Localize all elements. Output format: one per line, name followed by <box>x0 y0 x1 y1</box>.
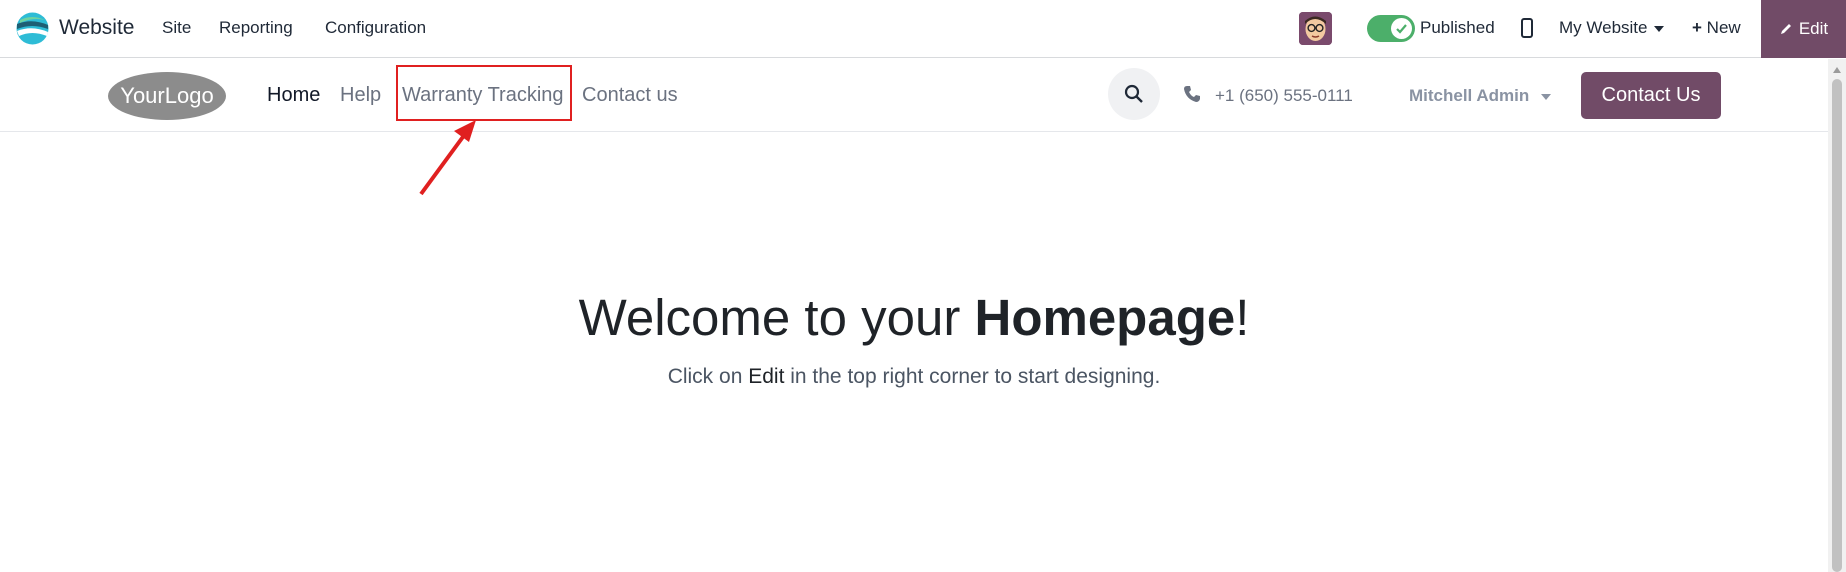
scroll-thumb[interactable] <box>1832 79 1842 572</box>
website-header: YourLogo Home Help Warranty Tracking Con… <box>0 59 1828 132</box>
avatar-face-icon <box>1299 12 1332 45</box>
hero-title-prefix: Welcome to your <box>578 289 975 346</box>
menu-configuration[interactable]: Configuration <box>325 18 426 38</box>
site-logo[interactable]: YourLogo <box>107 71 228 121</box>
search-button[interactable] <box>1108 68 1160 120</box>
nav-help[interactable]: Help <box>340 84 381 107</box>
check-icon <box>1391 18 1412 39</box>
edit-button[interactable]: Edit <box>1761 0 1846 58</box>
user-menu[interactable]: Mitchell Admin <box>1409 86 1552 106</box>
odoo-top-bar: Website Site Reporting Configuration Pub… <box>0 0 1846 58</box>
phone-icon <box>1184 86 1200 102</box>
plus-icon: + <box>1692 18 1702 37</box>
scroll-up-icon[interactable] <box>1833 67 1841 73</box>
chevron-down-icon <box>1541 93 1552 100</box>
menu-site[interactable]: Site <box>162 18 191 38</box>
site-logo-text: YourLogo <box>120 83 213 108</box>
app-name[interactable]: Website <box>59 16 134 40</box>
website-app-icon[interactable] <box>16 12 49 45</box>
new-button[interactable]: + New <box>1692 18 1741 38</box>
pencil-icon <box>1780 24 1791 34</box>
chevron-down-icon <box>1653 25 1664 32</box>
new-button-label: New <box>1706 18 1741 37</box>
contact-us-button[interactable]: Contact Us <box>1581 72 1721 119</box>
nav-contact-us[interactable]: Contact us <box>582 84 678 107</box>
hero-title-suffix: ! <box>1235 289 1250 346</box>
phone-number[interactable]: +1 (650) 555-0111 <box>1215 86 1353 106</box>
website-switcher[interactable]: My Website <box>1559 18 1664 38</box>
user-menu-label: Mitchell Admin <box>1409 86 1530 105</box>
hero-sub-prefix: Click on <box>667 365 749 388</box>
hero-subtitle: Click on Edit in the top right corner to… <box>0 365 1828 389</box>
published-label[interactable]: Published <box>1420 18 1495 38</box>
highlight-box <box>396 65 572 121</box>
hero-sub-suffix: in the top right corner to start designi… <box>784 365 1161 388</box>
edit-button-label: Edit <box>1798 19 1829 38</box>
mobile-preview-icon[interactable] <box>1521 18 1533 38</box>
nav-home[interactable]: Home <box>267 84 320 107</box>
published-toggle[interactable] <box>1367 15 1415 42</box>
hero-title: Welcome to your Homepage! <box>0 288 1828 347</box>
user-avatar[interactable] <box>1299 12 1332 45</box>
hero-title-bold: Homepage <box>974 289 1236 346</box>
hero-sub-edit: Edit <box>748 365 785 388</box>
search-icon <box>1124 84 1143 103</box>
website-switcher-label: My Website <box>1559 18 1648 37</box>
annotation-arrow-icon <box>419 120 476 196</box>
scrollbar[interactable] <box>1828 59 1846 572</box>
menu-reporting[interactable]: Reporting <box>219 18 293 38</box>
